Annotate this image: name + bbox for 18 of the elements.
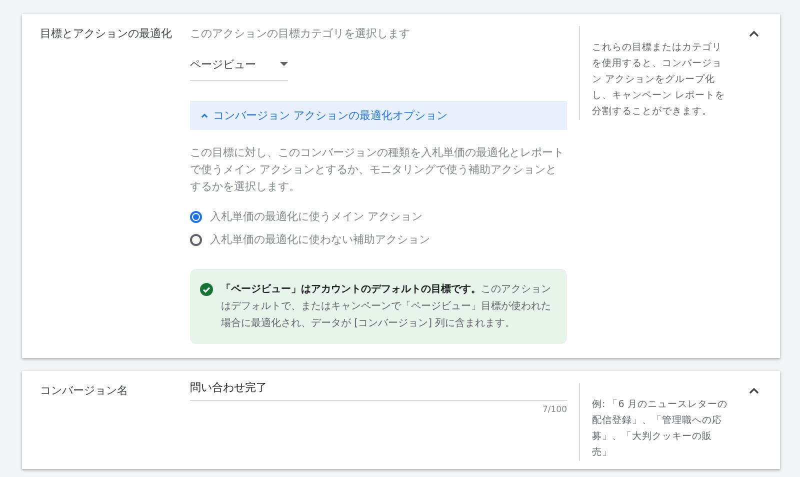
section-label: 目標とアクションの最適化 [39, 26, 173, 42]
conversion-name-field[interactable]: 問い合わせ完了 [190, 381, 567, 401]
section-label: コンバージョン名 [39, 383, 129, 399]
radio-option[interactable]: 入札単価の最適化に使わない補助アクション [190, 232, 567, 247]
radio-button[interactable] [190, 210, 202, 222]
options-description: この目標に対し、このコンバージョンの種類を入札単価の最適化とレポートで使うメイン アクションとするか、モニタリングで使う補助アクションとするかを選択します。 [190, 145, 565, 195]
goal-dropdown[interactable]: ページビュー [190, 57, 288, 81]
goal-prompt: このアクションの目標カテゴリを選択します [190, 26, 411, 41]
help-text: 例: 「6 月のニュースレターの配信登録」、「管理職への応募」、「大判クッキーの販売」 [579, 383, 728, 461]
character-counter: 7/100 [542, 405, 567, 415]
notice-text: 「ページビュー」はアカウントのデフォルトの目標です。このアクションはデフォルトで、またはキャンペーンで「ページビュー」目標が使われた場合に最適化され、データが [コンバージョン] 列に含まれます。 [221, 282, 552, 331]
radio-option[interactable]: 入札単価の最適化に使うメイン アクション [190, 209, 567, 224]
options-panel-header[interactable]: コンバージョン アクションの最適化オプション [190, 101, 567, 130]
chevron-icon [200, 111, 209, 120]
check-circle-icon [200, 283, 213, 296]
help-text: これらの目標またはカテゴリを使用すると、コンバージョン アクションをグループ化し、キャンペーン レポートを分割することができます。 [579, 26, 728, 120]
radio-button[interactable] [190, 234, 202, 246]
dropdown-arrow-icon [280, 62, 288, 67]
